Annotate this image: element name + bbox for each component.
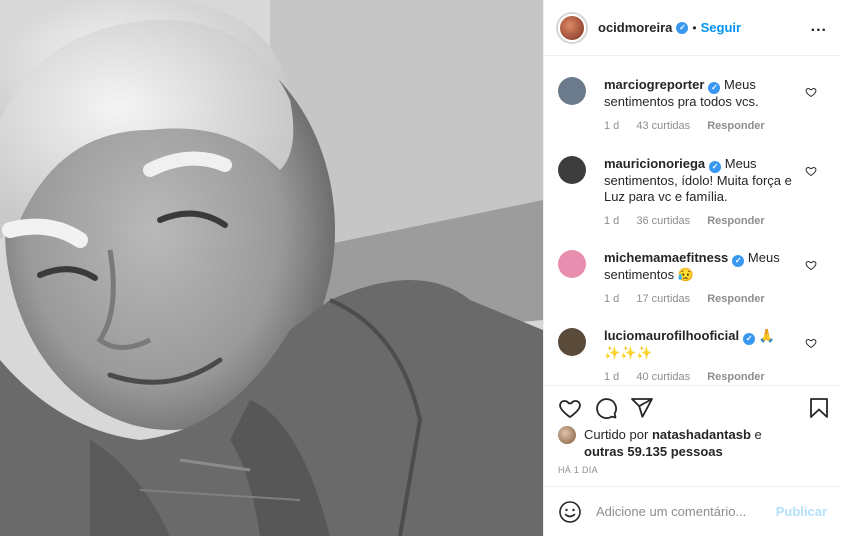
like-comment-heart-icon[interactable] (805, 259, 817, 271)
comment-likes[interactable]: 43 curtidas (636, 120, 690, 132)
likes-middle: e (754, 427, 762, 442)
comments-list[interactable]: marciogreporter ✓ Meus sentimentos pra to… (544, 57, 841, 383)
liker-username[interactable]: natashadantasb (652, 427, 751, 442)
like-comment-heart-icon[interactable] (805, 165, 817, 177)
share-paper-plane-icon[interactable] (630, 396, 654, 420)
comment-item: mauricionoriega ✓ Meus sentimentos, ídolo… (544, 156, 841, 227)
verified-badge-icon: ✓ (709, 161, 722, 173)
comment-bubble-icon[interactable] (594, 396, 618, 420)
bookmark-save-icon[interactable] (807, 396, 831, 420)
add-comment-bar: Publicar (544, 486, 841, 536)
likes-others[interactable]: outras 59.135 pessoas (584, 444, 723, 459)
comment-time[interactable]: 1 d (604, 215, 619, 227)
reply-button[interactable]: Responder (707, 215, 764, 227)
emoji-smiley-icon[interactable] (558, 500, 582, 524)
publish-button[interactable]: Publicar (776, 504, 827, 519)
likes-summary: Curtido por natashadantasb e outras 59.1… (558, 426, 827, 460)
comment-avatar[interactable] (558, 328, 586, 356)
comment-meta: 1 d 40 curtidas Responder (604, 371, 801, 383)
follow-button[interactable]: Seguir (701, 20, 741, 35)
comment-item: luciomaurofilhooficial ✓ 🙏 ✨✨✨ 1 d 40 cur… (544, 328, 841, 383)
comment-avatar[interactable] (558, 156, 586, 184)
author-avatar[interactable] (558, 13, 586, 42)
header-separator: • (692, 20, 697, 35)
post-header: ocidmoreira ✓ • Seguir ... (544, 0, 841, 56)
portrait-photo (0, 0, 543, 536)
post-side-panel: ocidmoreira ✓ • Seguir ... marciogreport… (543, 0, 841, 536)
post-photo[interactable] (0, 0, 543, 536)
comment-item: marciogreporter ✓ Meus sentimentos pra to… (544, 77, 841, 132)
verified-badge-icon: ✓ (732, 255, 745, 267)
like-comment-heart-icon[interactable] (805, 86, 817, 98)
reply-button[interactable]: Responder (707, 371, 764, 383)
more-options-icon[interactable]: ... (811, 18, 827, 36)
comment-username[interactable]: marciogreporter (604, 77, 704, 92)
post-timestamp[interactable]: HÁ 1 DIA (558, 465, 598, 475)
comment-time[interactable]: 1 d (604, 293, 619, 305)
verified-badge-icon: ✓ (676, 21, 689, 34)
comment-item: michemamaefitness ✓ Meus sentimentos 😥 1 … (544, 250, 841, 305)
comment-meta: 1 d 43 curtidas Responder (604, 120, 801, 132)
verified-badge-icon: ✓ (708, 82, 721, 94)
comment-time[interactable]: 1 d (604, 120, 619, 132)
comment-likes[interactable]: 17 curtidas (636, 293, 690, 305)
like-comment-heart-icon[interactable] (805, 337, 817, 349)
actions-divider (544, 385, 841, 386)
verified-badge-icon: ✓ (743, 333, 756, 345)
like-heart-icon[interactable] (558, 396, 582, 420)
comment-meta: 1 d 36 curtidas Responder (604, 215, 801, 227)
reply-button[interactable]: Responder (707, 293, 764, 305)
comment-likes[interactable]: 36 curtidas (636, 215, 690, 227)
action-bar (558, 394, 831, 422)
likes-prefix: Curtido por (584, 427, 649, 442)
add-comment-input[interactable] (596, 504, 776, 519)
author-username[interactable]: ocidmoreira (598, 20, 672, 35)
liker-avatar[interactable] (558, 426, 576, 444)
reply-button[interactable]: Responder (707, 120, 764, 132)
comment-likes[interactable]: 40 curtidas (636, 371, 690, 383)
comment-time[interactable]: 1 d (604, 371, 619, 383)
comment-avatar[interactable] (558, 77, 586, 105)
comment-username[interactable]: mauricionoriega (604, 156, 705, 171)
comment-avatar[interactable] (558, 250, 586, 278)
comment-username[interactable]: michemamaefitness (604, 250, 728, 265)
comment-meta: 1 d 17 curtidas Responder (604, 293, 801, 305)
comment-username[interactable]: luciomaurofilhooficial (604, 328, 739, 343)
